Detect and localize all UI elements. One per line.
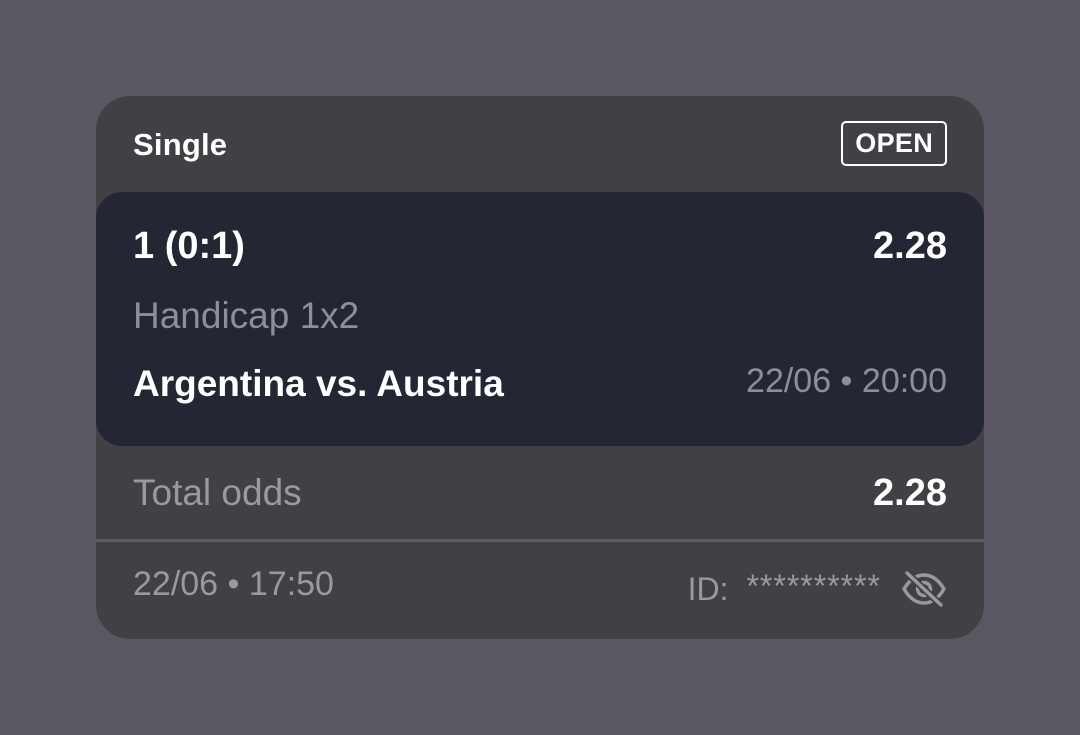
selection-panel: 1 (0:1) 2.28 Handicap 1x2 Argentina vs. …	[96, 192, 984, 446]
selection-odds: 2.28	[873, 225, 947, 267]
eye-off-icon[interactable]	[901, 566, 947, 612]
bet-type-label: Single	[133, 127, 228, 162]
selection-pick: 1 (0:1)	[133, 225, 245, 267]
bet-id-value: **********	[746, 567, 881, 604]
placed-time: 22/06 • 17:50	[133, 565, 334, 603]
bet-id-label: ID:	[687, 570, 729, 607]
bet-header: Single OPEN	[96, 96, 984, 192]
bet-id-group: ID: **********	[688, 566, 947, 612]
match-name: Argentina vs. Austria	[133, 363, 504, 404]
market-name: Handicap 1x2	[133, 295, 360, 336]
status-badge: OPEN	[841, 121, 947, 166]
bet-slip-card: Single OPEN 1 (0:1) 2.28 Handicap 1x2 Ar…	[96, 96, 984, 639]
divider	[96, 539, 984, 542]
match-time: 22/06 • 20:00	[746, 362, 947, 400]
total-odds-label: Total odds	[133, 472, 302, 513]
total-odds-value: 2.28	[873, 472, 947, 514]
